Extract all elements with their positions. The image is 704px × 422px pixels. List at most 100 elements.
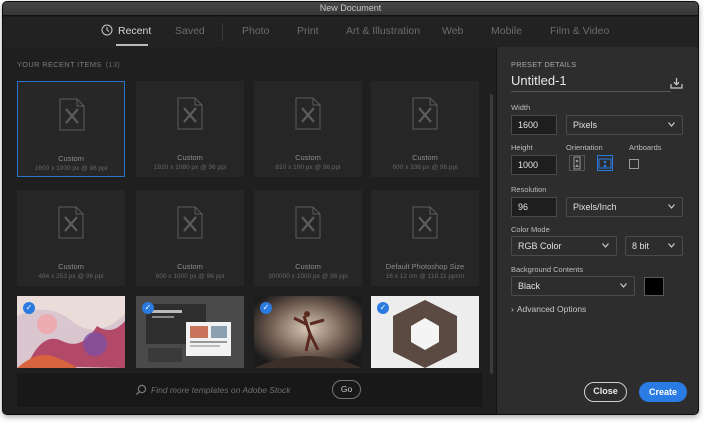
new-document-dialog: New Document Recent Saved Photo Print Ar… [2, 1, 699, 415]
preset-details-panel: PRESET DETAILS Untitled-1 Width 1600 Pix… [496, 47, 698, 414]
document-name-field[interactable]: Untitled-1 [511, 73, 671, 92]
color-mode-label: Color Mode [511, 225, 550, 234]
resolution-unit-value: Pixels/Inch [573, 202, 617, 212]
recent-item-name: Custom [177, 262, 203, 271]
width-unit-value: Pixels [573, 120, 598, 130]
bit-depth-value: 8 bit [632, 241, 650, 251]
search-icon [136, 384, 147, 395]
artboards-checkbox[interactable] [629, 159, 639, 169]
recent-item-name: Custom [295, 262, 321, 271]
color-mode-value: RGB Color [518, 241, 562, 251]
landscape-orientation-button[interactable] [597, 155, 613, 171]
document-icon [412, 97, 438, 130]
recent-count: (13) [105, 60, 121, 69]
resolution-label: Resolution [511, 185, 547, 194]
checkmark-icon: ✓ [260, 302, 272, 314]
chevron-down-icon [602, 243, 609, 248]
recent-item-name: Custom [412, 153, 438, 162]
document-icon [58, 206, 84, 239]
document-icon [412, 206, 438, 239]
recent-item-name: Custom [177, 153, 203, 162]
recent-item-card[interactable]: Custom 810 x 100 px @ 96 ppi [254, 81, 362, 177]
tab-mobile[interactable]: Mobile [491, 25, 522, 37]
tab-recent[interactable]: Recent [118, 25, 151, 37]
tab-print[interactable]: Print [297, 25, 319, 37]
width-field[interactable]: 1600 [511, 115, 557, 135]
background-color-swatch[interactable] [644, 277, 664, 296]
recent-item-card[interactable]: Custom 1600 x 1000 px @ 96 ppi [17, 81, 125, 177]
color-mode-select[interactable]: RGB Color [511, 236, 617, 256]
height-label: Height [511, 143, 533, 152]
scrollbar[interactable] [490, 94, 493, 374]
chevron-down-icon [668, 204, 675, 209]
recent-item-name: Custom [58, 154, 84, 163]
recent-item-spec: 1600 x 1000 px @ 96 ppi [34, 165, 108, 172]
go-button[interactable]: Go [332, 380, 361, 399]
recent-items-heading: YOUR RECENT ITEMS (13) [17, 60, 120, 69]
chevron-down-icon [668, 243, 675, 248]
resolution-field[interactable]: 96 [511, 197, 557, 217]
recent-item-card[interactable]: Default Photoshop Size 16 x 12 cm @ 118.1… [371, 190, 479, 286]
recent-item-spec: 810 x 100 px @ 96 ppi [275, 164, 341, 171]
tab-web[interactable]: Web [442, 25, 463, 37]
recent-item-card[interactable]: Custom 600 x 1000 px @ 96 ppi [136, 190, 244, 286]
document-icon [177, 206, 203, 239]
document-icon [59, 98, 85, 131]
recent-item-spec: 16 x 12 cm @ 118.11 ppcm [385, 273, 465, 280]
recent-item-spec: 300000 x 1000 px @ 96 ppi [268, 273, 348, 280]
bit-depth-select[interactable]: 8 bit [625, 236, 683, 256]
recent-item-card[interactable]: Custom 600 x 336 px @ 96 ppi [371, 81, 479, 177]
recent-item-card[interactable]: Custom 1920 x 1080 px @ 96 ppi [136, 81, 244, 177]
close-button[interactable]: Close [584, 382, 627, 402]
checkmark-icon: ✓ [142, 302, 154, 314]
chevron-right-icon: › [511, 304, 514, 314]
tab-film-video[interactable]: Film & Video [550, 25, 609, 37]
recent-item-spec: 600 x 336 px @ 96 ppi [392, 164, 458, 171]
recent-item-spec: 1920 x 1080 px @ 96 ppi [153, 164, 227, 171]
template-thumb-2[interactable]: ✓ [136, 296, 244, 368]
chevron-down-icon [668, 122, 675, 127]
template-thumb-3[interactable]: ✓ [254, 296, 362, 368]
tab-art-illustration[interactable]: Art & Illustration [346, 25, 420, 37]
category-tabs: Recent Saved Photo Print Art & Illustrat… [3, 17, 698, 47]
template-thumb-4[interactable]: ✓ [371, 296, 479, 368]
recent-item-spec: 484 x 253 px @ 96 ppi [38, 273, 104, 280]
preset-details-heading: PRESET DETAILS [511, 60, 577, 69]
stock-search-input[interactable]: Find more templates on Adobe Stock [151, 385, 291, 395]
recent-item-card[interactable]: Custom 300000 x 1000 px @ 96 ppi [254, 190, 362, 286]
recent-item-name: Default Photoshop Size [385, 262, 465, 271]
tab-divider [222, 23, 223, 41]
recent-item-card[interactable]: Custom 484 x 253 px @ 96 ppi [17, 190, 125, 286]
clock-icon [101, 24, 113, 36]
recent-heading-text: YOUR RECENT ITEMS [17, 60, 102, 69]
active-tab-indicator [116, 44, 148, 46]
save-preset-icon[interactable] [670, 77, 683, 89]
tab-photo[interactable]: Photo [242, 25, 269, 37]
document-icon [295, 206, 321, 239]
document-icon [295, 97, 321, 130]
background-contents-value: Black [518, 281, 541, 291]
portrait-orientation-button[interactable] [569, 155, 585, 171]
adobe-stock-search-bar: Find more templates on Adobe Stock Go [17, 373, 482, 407]
create-button[interactable]: Create [639, 382, 687, 402]
advanced-options-label: Advanced Options [516, 304, 587, 314]
height-field[interactable]: 1000 [511, 155, 557, 175]
landscape-icon [598, 158, 612, 169]
advanced-options-toggle[interactable]: › Advanced Options [511, 304, 586, 314]
portrait-icon [573, 156, 581, 170]
width-label: Width [511, 103, 531, 112]
template-thumb-1[interactable]: ✓ [17, 296, 125, 368]
artboards-label: Artboards [629, 143, 662, 152]
checkmark-icon: ✓ [377, 302, 389, 314]
tab-saved[interactable]: Saved [175, 25, 205, 37]
document-icon [177, 97, 203, 130]
title-bar: New Document [3, 2, 698, 16]
resolution-unit-select[interactable]: Pixels/Inch [566, 197, 683, 217]
recent-item-name: Custom [295, 153, 321, 162]
recent-item-spec: 600 x 1000 px @ 96 ppi [155, 273, 225, 280]
background-contents-select[interactable]: Black [511, 276, 635, 296]
background-contents-label: Background Contents [511, 265, 584, 274]
recent-item-name: Custom [58, 262, 84, 271]
width-unit-select[interactable]: Pixels [566, 115, 683, 135]
chevron-down-icon [620, 283, 627, 288]
